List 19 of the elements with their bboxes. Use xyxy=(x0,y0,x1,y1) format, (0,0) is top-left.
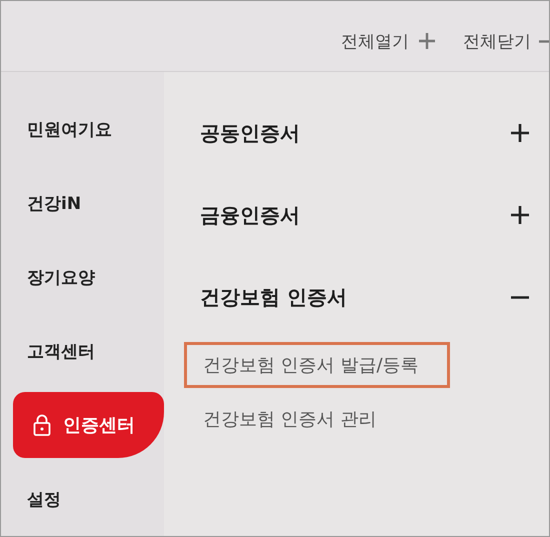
section-header[interactable]: 공동인증서 xyxy=(184,92,533,174)
lock-icon xyxy=(33,414,51,436)
sidebar-item[interactable]: 인증센터 xyxy=(13,392,164,458)
header-action[interactable]: 전체열기 xyxy=(341,30,437,52)
menu-link[interactable]: 건강보험 인증서 관리 xyxy=(184,396,408,442)
plus-icon xyxy=(511,124,529,142)
section-header[interactable]: 건강보험 인증서 xyxy=(184,256,533,338)
header-action[interactable]: 전체닫기 xyxy=(463,30,549,52)
minus-icon xyxy=(511,296,529,298)
menu-link[interactable]: 건강보험 인증서 발급/등록 xyxy=(184,342,450,388)
section-header[interactable]: 금융인증서 xyxy=(184,174,533,256)
sidebar-item[interactable]: 고객센터 xyxy=(1,340,95,362)
sidebar-item[interactable]: 건강iN xyxy=(1,192,82,214)
sidebar-item[interactable]: 민원여기요 xyxy=(1,118,112,140)
sidebar-item[interactable]: 설정 xyxy=(1,488,61,510)
plus-icon xyxy=(417,31,437,51)
minus-icon xyxy=(539,40,549,42)
sidebar-item[interactable]: 장기요양 xyxy=(1,266,95,288)
plus-icon xyxy=(511,206,529,224)
